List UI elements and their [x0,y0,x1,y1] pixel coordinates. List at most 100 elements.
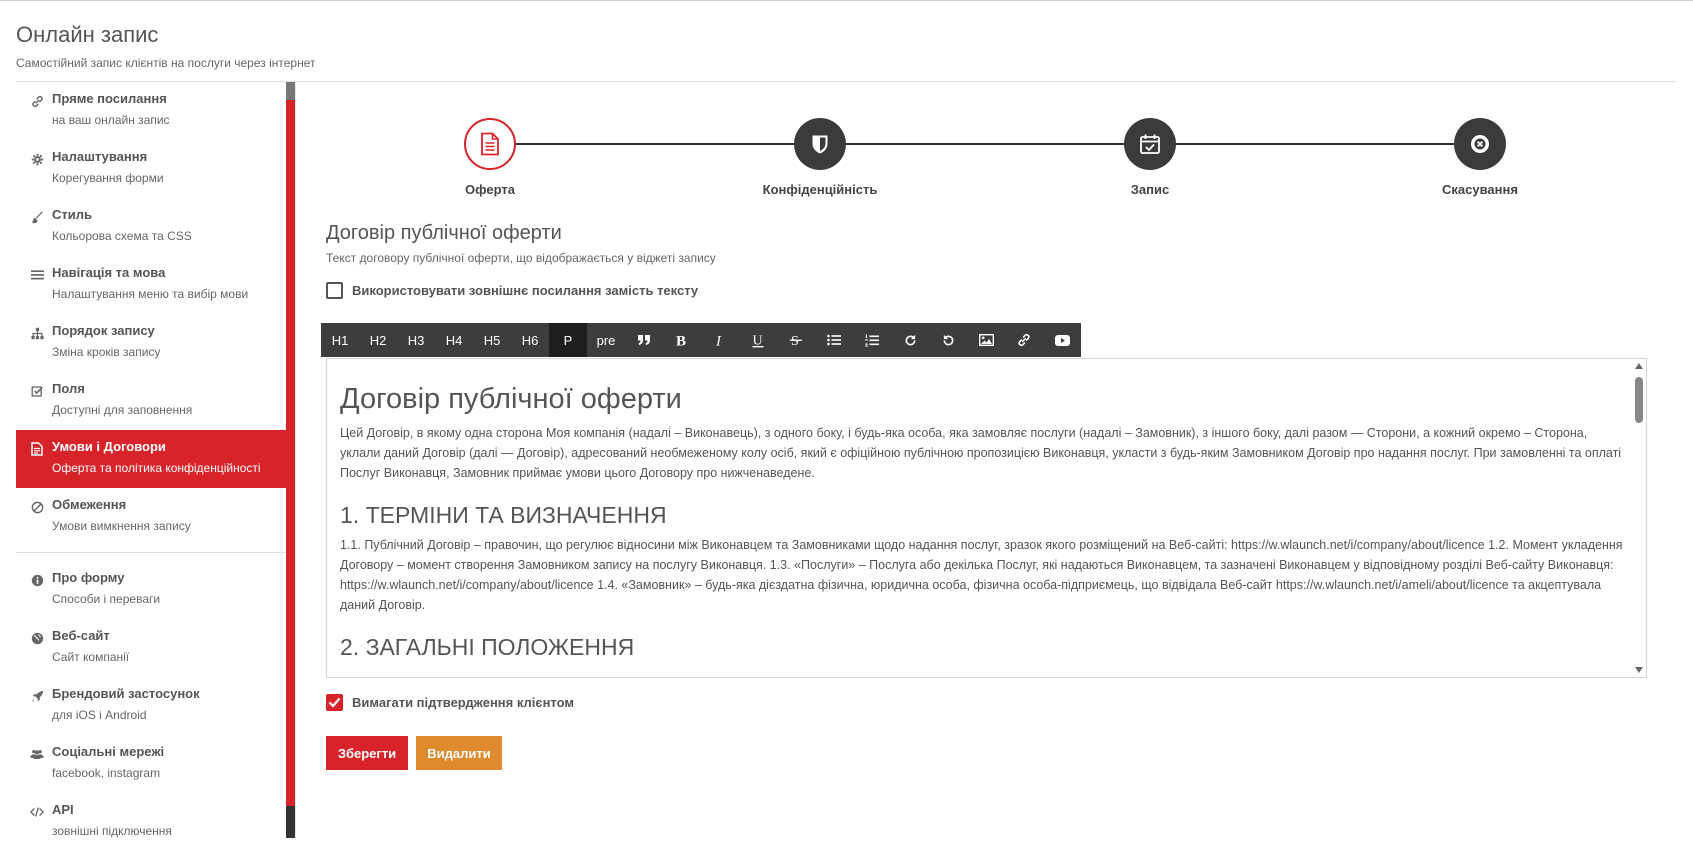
sidebar-item-subtitle: Способи і переваги [52,592,161,606]
sidebar-item-terms[interactable]: Умови і Договори Оферта та політика конф… [16,430,286,488]
toolbar-italic-button[interactable]: I [701,323,739,357]
toolbar-bullet-list-button[interactable] [815,323,853,357]
scroll-down-arrow-icon[interactable] [1635,667,1643,673]
sidebar-item-title: Навігація та мова [52,265,166,280]
svg-text:I: I [715,334,722,348]
toolbar-redo-button[interactable] [891,323,929,357]
toolbar-pre-button[interactable]: pre [587,323,625,357]
svg-text:B: B [676,334,686,348]
external-link-checkbox-row[interactable]: Використовувати зовнішнє посилання заміс… [326,282,698,299]
sidebar-item-restrictions[interactable]: Обмеження Умови вимкнення запису [16,488,286,546]
toolbar-link-button[interactable] [1005,323,1043,357]
sidebar-item-subtitle: Умови вимкнення запису [52,519,191,533]
toolbar-h1-button[interactable]: H1 [321,323,359,357]
sidebar-item-settings[interactable]: Налаштування Корегування форми [16,140,286,198]
section-subtitle: Текст договору публічної оферти, що відо… [326,251,716,265]
shield-icon [812,135,828,154]
step-circle[interactable] [464,118,516,170]
toolbar-video-button[interactable] [1043,323,1081,357]
toolbar-h3-button[interactable]: H3 [397,323,435,357]
sidebar-item-subtitle: на ваш онлайн запис [52,113,170,127]
toolbar-bold-button[interactable]: B [663,323,701,357]
save-button[interactable]: Зберегти [326,736,408,770]
step-offer[interactable]: Оферта [420,118,560,197]
link-icon [1018,333,1030,347]
sidebar-item-title: Брендовий застосунок [52,686,200,701]
sidebar-item-style[interactable]: Стиль Кольорова схема та CSS [16,198,286,256]
toolbar-strike-button[interactable]: S [777,323,815,357]
undo-icon [942,334,953,345]
sidebar-item-title: Поля [52,381,85,396]
toolbar-image-button[interactable] [967,323,1005,357]
toolbar-quote-button[interactable] [625,323,663,357]
quote-icon [638,335,650,345]
sidebar-item-fields[interactable]: Поля Доступні для заповнення [16,372,286,430]
editor-heading: 2. ЗАГАЛЬНІ ПОЛОЖЕННЯ [340,634,635,660]
section-title: Договір публічної оферти [326,222,562,244]
gear-icon [30,152,44,166]
italic-icon: I [715,334,722,348]
toolbar-underline-button[interactable]: U [739,323,777,357]
sidebar-item-navigation[interactable]: Навігація та мова Налаштування меню та в… [16,256,286,314]
toolbar-h5-button[interactable]: H5 [473,323,511,357]
sidebar-item-title: Обмеження [52,497,127,512]
underline-icon: U [752,333,764,348]
editor-toolbar: H1 H2 H3 H4 H5 H6 P pre B I U S [321,323,1081,357]
external-link-label: Використовувати зовнішнє посилання заміс… [352,283,699,298]
editor-scrollbar-thumb[interactable] [1635,377,1643,423]
editor-heading: 1. ТЕРМІНИ ТА ВИЗНАЧЕННЯ [340,502,667,528]
checkbox-icon [30,384,44,398]
image-icon [978,334,994,346]
step-circle[interactable] [794,118,846,170]
sidebar-scrollbar-top[interactable] [286,82,295,100]
sidebar-item-website[interactable]: Веб-сайт Сайт компанії [16,619,286,677]
confirm-checkbox[interactable] [326,694,343,711]
stepper: Оферта Конфіденційність Запис Скасування [440,118,1600,198]
sidebar-item-branded-app[interactable]: Брендовий застосунок для iOS і Android [16,677,286,735]
document-icon [30,442,44,456]
step-label: Запис [1130,182,1170,197]
step-booking[interactable]: Запис [1080,118,1220,197]
sidebar-item-api[interactable]: API зовнішні підключення [16,793,286,838]
cancel-circle-icon [1471,135,1489,153]
sitemap-icon [30,326,44,340]
delete-button[interactable]: Видалити [416,736,502,770]
step-circle[interactable] [1124,118,1176,170]
editor-content[interactable]: Договір публічної оферти Цей Договір, в … [340,381,1625,661]
globe-icon [30,631,44,645]
toolbar-h6-button[interactable]: H6 [511,323,549,357]
content-divider [295,82,296,838]
svg-text:U: U [753,333,763,348]
sidebar-item-social[interactable]: Соціальні мережі facebook, instagram [16,735,286,793]
editor-scrollbar[interactable] [1633,361,1645,675]
rich-text-editor[interactable]: Договір публічної оферти Цей Договір, в … [326,358,1647,678]
toolbar-h2-button[interactable]: H2 [359,323,397,357]
toolbar-undo-button[interactable] [929,323,967,357]
toolbar-numbered-list-button[interactable] [853,323,891,357]
link-icon [30,94,44,108]
bullet-list-icon [827,334,841,346]
document-icon [481,132,499,156]
external-link-checkbox[interactable] [326,282,343,299]
sidebar-item-booking-order[interactable]: Порядок запису Зміна кроків запису [16,314,286,372]
scroll-up-arrow-icon[interactable] [1635,363,1643,369]
sidebar-item-about[interactable]: Про форму Способи і переваги [16,561,286,619]
step-circle[interactable] [1454,118,1506,170]
step-privacy[interactable]: Конфіденційність [750,118,890,197]
sidebar-item-title: Налаштування [52,149,148,164]
brush-icon [30,210,44,224]
sidebar-scrollbar-bottom[interactable] [286,806,295,838]
sidebar-item-direct-link[interactable]: Пряме посилання на ваш онлайн запис [16,82,286,140]
page-header: Онлайн запис Самостійний запис клієнтів … [16,22,1676,70]
calendar-check-icon [1140,134,1160,154]
step-label: Конфіденційність [762,182,878,197]
toolbar-h4-button[interactable]: H4 [435,323,473,357]
confirm-label: Вимагати підтвердження клієнтом [352,695,574,710]
sidebar-scrollbar[interactable] [286,82,295,838]
users-icon [30,747,44,761]
sidebar: Пряме посилання на ваш онлайн запис Нала… [16,82,286,838]
step-cancellation[interactable]: Скасування [1410,118,1550,197]
confirm-checkbox-row[interactable]: Вимагати підтвердження клієнтом [326,694,574,711]
toolbar-paragraph-button[interactable]: P [549,323,587,357]
redo-icon [905,334,916,345]
